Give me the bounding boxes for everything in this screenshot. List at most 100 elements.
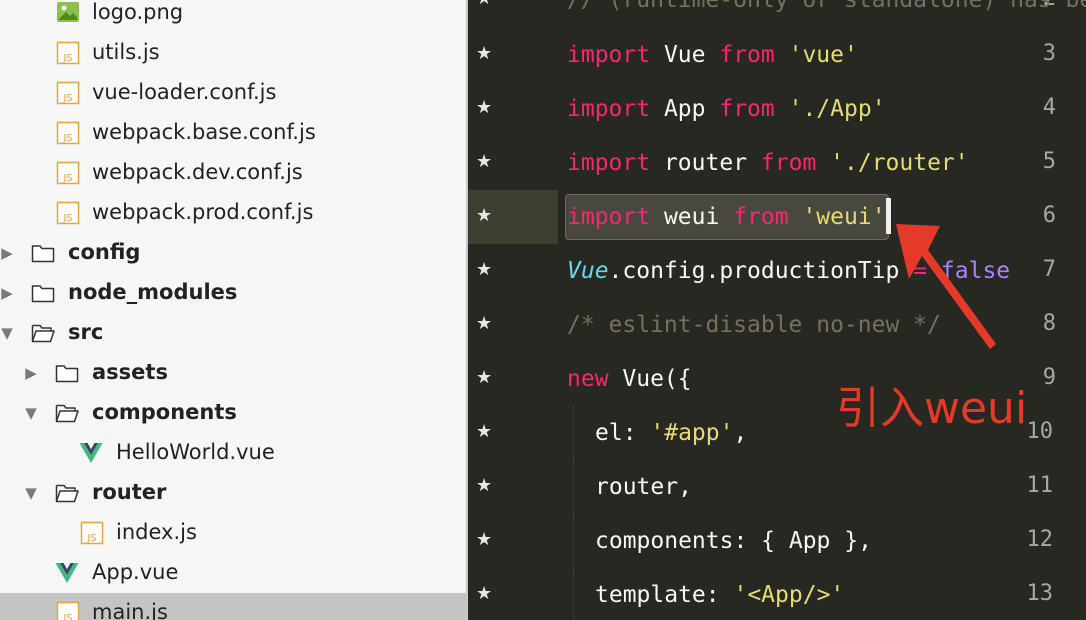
tree-item-app-vue[interactable]: App.vue [0,553,466,593]
disclosure-triangle-right-icon[interactable]: ▶ [0,284,14,302]
tree-item-router[interactable]: ▼ router [0,473,466,513]
line-number: 5 [1042,149,1056,174]
bookmark-star-icon[interactable]: ★ [476,312,492,336]
bookmark-star-icon[interactable]: ★ [476,258,492,282]
vue-file-icon [55,563,79,583]
indent-guide [573,568,575,620]
line-code: // (runtime-only or standalone) has be [567,0,1086,13]
js-file-icon: JS [56,201,80,225]
disclosure-triangle-right-icon[interactable]: ▶ [24,364,38,382]
js-file-icon: JS [56,601,80,620]
code-editor[interactable]: ★ 2 // (runtime-only or standalone) has … [468,0,1086,620]
tree-item-src[interactable]: ▼ src [0,313,466,353]
code-line-3: ★ 3 import Vue from 'vue' [468,28,1086,82]
disclosure-triangle-down-icon[interactable]: ▼ [24,484,38,502]
line-code: new Vue({ [567,366,692,392]
tree-item-helloworld-vue[interactable]: HelloWorld.vue [0,433,466,473]
tree-item-logo-png[interactable]: logo.png [0,0,466,33]
folder-icon [31,245,55,263]
code-line-4: ★ 4 import App from './App' [468,82,1086,136]
line-number: 3 [1042,41,1056,66]
bookmark-star-icon[interactable]: ★ [476,0,492,11]
bookmark-star-icon[interactable]: ★ [476,42,492,66]
bookmark-star-icon[interactable]: ★ [476,582,492,606]
tree-item-label: config [68,240,141,264]
tree-item-label: webpack.prod.conf.js [92,200,314,224]
line-number: 7 [1042,257,1056,282]
tree-item-label: logo.png [92,0,184,24]
svg-text:JS: JS [86,533,96,544]
line-code: components: { App }, [595,528,872,554]
indent-guide [573,460,575,514]
code-line-8: ★ 8 /* eslint-disable no-new */ [468,298,1086,352]
tree-item-label: node_modules [68,280,238,304]
folder-open-icon [31,324,55,343]
line-number: 11 [1026,473,1054,498]
js-file-icon: JS [56,81,80,105]
tree-item-utils-js[interactable]: JS utils.js [0,33,466,73]
code-line-11: ★ 11 router, [468,460,1086,514]
js-file-icon: JS [56,41,80,65]
bookmark-star-icon[interactable]: ★ [476,204,492,228]
line-code: el: '#app', [595,420,748,446]
tree-item-label: src [68,320,104,344]
line-number: 13 [1026,581,1054,606]
line-number: 10 [1026,419,1054,444]
tree-item-label: components [92,400,237,424]
bookmark-star-icon[interactable]: ★ [476,528,492,552]
code-line-7: ★ 7 Vue.config.productionTip = false [468,244,1086,298]
tree-item-node-modules[interactable]: ▶ node_modules [0,273,466,313]
tree-item-main-js[interactable]: JS main.js [0,593,466,620]
line-number: 8 [1042,311,1056,336]
line-code: import weui from 'weui' [567,204,886,230]
tree-item-config[interactable]: ▶ config [0,233,466,273]
line-code: import router from './router' [567,150,969,176]
tree-item-webpack-prod-conf-js[interactable]: JS webpack.prod.conf.js [0,193,466,233]
code-line-6: ★ 6 import weui from 'weui' [468,190,1086,244]
disclosure-triangle-down-icon[interactable]: ▼ [24,404,38,422]
line-code: router, [595,474,692,500]
code-line-2: ★ 2 // (runtime-only or standalone) has … [468,0,1086,27]
svg-text:JS: JS [62,133,72,144]
tree-item-vue-loader-conf-js[interactable]: JS vue-loader.conf.js [0,73,466,113]
bookmark-star-icon[interactable]: ★ [476,366,492,390]
js-file-icon: JS [56,121,80,145]
disclosure-triangle-down-icon[interactable]: ▼ [0,324,14,342]
line-code: Vue.config.productionTip = false [567,258,1011,284]
tree-item-label: App.vue [92,560,179,584]
line-number: 12 [1026,527,1054,552]
tree-item-label: vue-loader.conf.js [92,80,277,104]
bookmark-star-icon[interactable]: ★ [476,150,492,174]
svg-text:JS: JS [62,213,72,224]
indent-guide [573,514,575,568]
line-code: import App from './App' [567,96,886,122]
tree-item-label: webpack.base.conf.js [92,120,316,144]
tree-item-label: main.js [92,600,168,620]
bookmark-star-icon[interactable]: ★ [476,474,492,498]
folder-icon [55,365,79,383]
line-number: 6 [1042,203,1056,228]
line-code: /* eslint-disable no-new */ [567,312,941,338]
tree-item-label: HelloWorld.vue [116,440,275,464]
bookmark-star-icon[interactable]: ★ [476,420,492,444]
tree-item-webpack-base-conf-js[interactable]: JS webpack.base.conf.js [0,113,466,153]
js-file-icon: JS [56,161,80,185]
tree-item-webpack-dev-conf-js[interactable]: JS webpack.dev.conf.js [0,153,466,193]
image-icon [57,2,79,22]
disclosure-triangle-right-icon[interactable]: ▶ [0,244,14,262]
tree-item-label: router [92,480,167,504]
tree-item-index-js[interactable]: JS index.js [0,513,466,553]
tree-item-label: assets [92,360,168,384]
file-tree-sidebar: logo.png JS utils.js JS vue-loader.conf.… [0,0,466,620]
code-line-12: ★ 12 components: { App }, [468,514,1086,568]
folder-icon [31,285,55,303]
tree-item-assets[interactable]: ▶ assets [0,353,466,393]
svg-text:JS: JS [62,613,72,620]
js-file-icon: JS [80,521,104,545]
tree-item-label: index.js [116,520,197,544]
vue-file-icon [79,443,103,463]
line-number: 4 [1042,95,1056,120]
bookmark-star-icon[interactable]: ★ [476,96,492,120]
code-line-13: ★ 13 template: '<App/>' [468,568,1086,620]
tree-item-components[interactable]: ▼ components [0,393,466,433]
